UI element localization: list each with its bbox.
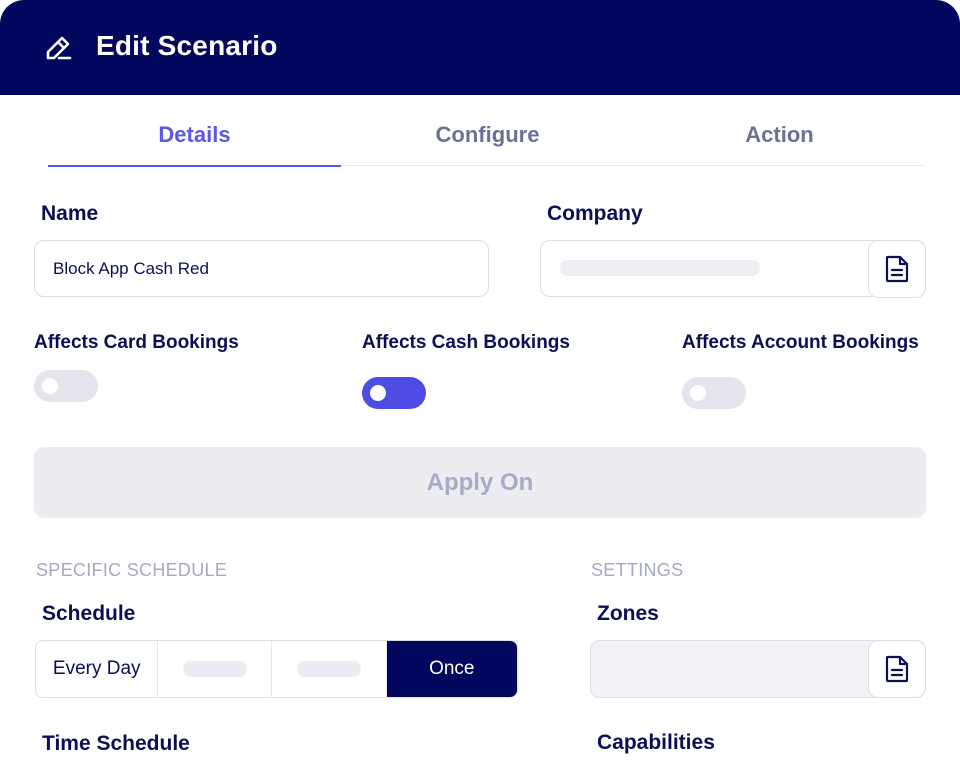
dialog-title: Edit Scenario <box>96 30 278 61</box>
company-label: Company <box>547 202 643 225</box>
tab-action[interactable]: Action <box>633 104 926 166</box>
cash-bookings-label: Affects Cash Bookings <box>362 332 570 353</box>
company-picker-button[interactable] <box>868 240 926 298</box>
card-bookings-label: Affects Card Bookings <box>34 332 239 353</box>
document-icon <box>885 255 909 283</box>
schedule-option-once[interactable]: Once <box>386 641 517 697</box>
edit-scenario-dialog: Edit Scenario Details Configure Action N… <box>0 0 960 768</box>
schedule-segmented-control: Every Day Once <box>35 640 518 698</box>
schedule-option-3[interactable] <box>272 641 387 697</box>
tab-configure[interactable]: Configure <box>341 104 634 166</box>
toggle-knob <box>370 385 386 401</box>
tab-details[interactable]: Details <box>48 104 341 167</box>
pencil-edit-icon <box>42 32 74 64</box>
schedule-option-2[interactable] <box>158 641 273 697</box>
name-value: Block App Cash Red <box>53 259 209 278</box>
document-icon <box>885 655 909 683</box>
schedule-label: Schedule <box>42 602 136 625</box>
toggle-knob <box>690 385 706 401</box>
schedule-option-label: Once <box>429 658 475 679</box>
specific-schedule-heading: SPECIFIC SCHEDULE <box>36 560 228 580</box>
dialog-header: Edit Scenario <box>0 0 960 95</box>
name-label: Name <box>41 202 99 225</box>
zones-label: Zones <box>597 602 659 625</box>
toggle-knob <box>42 378 58 394</box>
company-placeholder <box>560 260 760 276</box>
settings-heading: SETTINGS <box>591 560 684 580</box>
schedule-option-every-day[interactable]: Every Day <box>36 641 159 697</box>
apply-on-button[interactable]: Apply On <box>34 447 926 518</box>
schedule-option-placeholder <box>296 661 361 677</box>
zones-picker-button[interactable] <box>868 640 926 698</box>
schedule-option-label: Every Day <box>52 658 141 679</box>
tab-bar: Details Configure Action <box>48 104 926 167</box>
capabilities-label: Capabilities <box>597 731 715 754</box>
cash-bookings-toggle[interactable] <box>362 377 426 409</box>
card-bookings-toggle[interactable] <box>34 370 98 402</box>
account-bookings-label: Affects Account Bookings <box>682 332 919 353</box>
time-schedule-label: Time Schedule <box>42 732 190 755</box>
schedule-option-placeholder <box>182 661 247 677</box>
name-input[interactable]: Block App Cash Red <box>34 240 489 297</box>
account-bookings-toggle[interactable] <box>682 377 746 409</box>
